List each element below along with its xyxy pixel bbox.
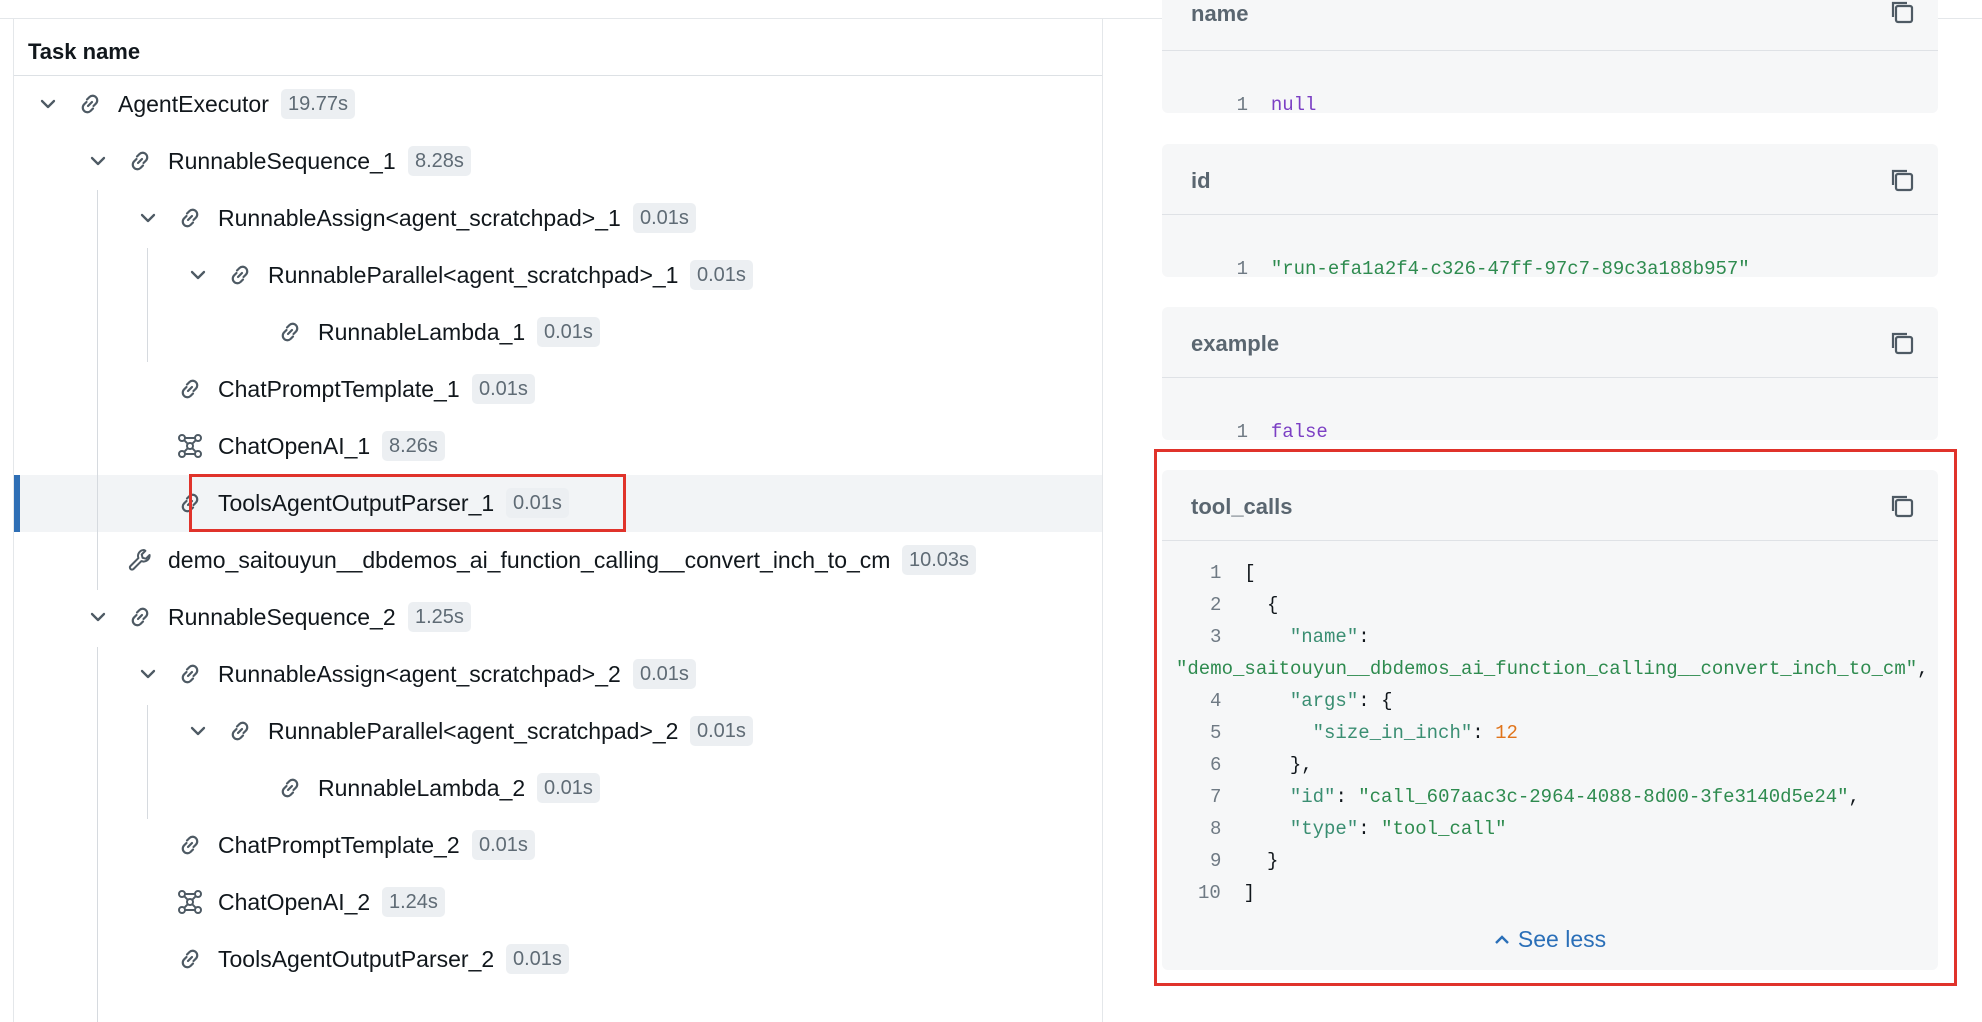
tree-guide-line xyxy=(97,190,98,590)
chevron-down-icon[interactable] xyxy=(138,208,158,228)
duration-badge: 0.01s xyxy=(506,944,569,974)
tree-row[interactable]: RunnableParallel<agent_scratchpad>_2 0.01… xyxy=(14,703,1102,760)
chain-link-icon xyxy=(226,717,254,745)
tree-row-label: RunnableAssign<agent_scratchpad>_2 xyxy=(218,661,621,687)
json-null-value: null xyxy=(1270,94,1317,116)
tree-row[interactable]: AgentExecutor 19.77s xyxy=(14,76,1102,133)
chain-link-icon xyxy=(226,261,254,289)
duration-badge: 0.01s xyxy=(690,260,753,290)
copy-icon[interactable] xyxy=(1888,0,1916,26)
tree-row-label: ToolsAgentOutputParser_2 xyxy=(218,946,495,972)
tree-guide-line xyxy=(97,647,98,1022)
chain-link-icon xyxy=(176,660,204,688)
name-field-card: name 1 null xyxy=(1162,0,1938,116)
copy-icon[interactable] xyxy=(1888,329,1916,357)
duration-badge: 8.26s xyxy=(382,431,445,461)
chain-link-icon xyxy=(276,774,304,802)
tree-row-label: RunnableSequence_2 xyxy=(168,604,396,630)
chevron-down-icon[interactable] xyxy=(38,94,58,114)
chain-link-icon xyxy=(76,90,104,118)
card-header: example xyxy=(1162,307,1938,378)
id-field-card: id 1 "run-efa1a2f4-c326-47ff-97c7-89c3a1… xyxy=(1162,144,1938,280)
tree-row-label: RunnableParallel<agent_scratchpad>_2 xyxy=(268,718,679,744)
chevron-down-icon[interactable] xyxy=(88,607,108,627)
tree-row-label: demo_saitouyun__dbdemos_ai_function_call… xyxy=(168,547,891,573)
tree-row-label: RunnableLambda_1 xyxy=(318,319,526,345)
duration-badge: 1.24s xyxy=(382,887,445,917)
tree-row[interactable]: RunnableAssign<agent_scratchpad>_1 0.01s xyxy=(14,190,1102,247)
chain-link-icon xyxy=(126,147,154,175)
tree-guide-line xyxy=(147,705,148,819)
tree-row[interactable]: RunnableAssign<agent_scratchpad>_2 0.01s xyxy=(14,646,1102,703)
example-field-card: example 1 false xyxy=(1162,307,1938,443)
tool-calls-highlight-box xyxy=(1154,449,1957,986)
duration-badge: 0.01s xyxy=(633,659,696,689)
selected-row-highlight-box xyxy=(189,474,626,532)
tree-row-label: ChatOpenAI_1 xyxy=(218,433,371,459)
chevron-down-icon[interactable] xyxy=(188,265,208,285)
tree-row-label: ChatOpenAI_2 xyxy=(218,889,371,915)
tree-row[interactable]: RunnableLambda_2 0.01s xyxy=(14,760,1102,817)
tree-row[interactable]: RunnableParallel<agent_scratchpad>_1 0.01… xyxy=(14,247,1102,304)
chevron-down-icon[interactable] xyxy=(188,721,208,741)
tree-row-label: ChatPromptTemplate_2 xyxy=(218,832,460,858)
tree-guide-line xyxy=(147,248,148,362)
duration-badge: 0.01s xyxy=(472,830,535,860)
tree-row-label: RunnableLambda_2 xyxy=(318,775,526,801)
tree-row-label: RunnableSequence_1 xyxy=(168,148,396,174)
duration-badge: 0.01s xyxy=(472,374,535,404)
tree-row[interactable]: RunnableSequence_1 8.28s xyxy=(14,133,1102,190)
duration-badge: 0.01s xyxy=(633,203,696,233)
tree-row[interactable]: RunnableSequence_2 1.25s xyxy=(14,589,1102,646)
code-line: 1 null xyxy=(1236,94,1317,116)
duration-badge: 0.01s xyxy=(537,773,600,803)
duration-badge: 1.25s xyxy=(408,602,471,632)
chain-link-icon xyxy=(276,318,304,346)
tree-row[interactable]: ChatPromptTemplate_2 0.01s xyxy=(14,817,1102,874)
json-boolean-value: false xyxy=(1270,421,1328,443)
task-name-column-header: Task name xyxy=(28,39,141,64)
card-title: example xyxy=(1191,331,1280,356)
chain-link-icon xyxy=(176,375,204,403)
tree-row[interactable]: ToolsAgentOutputParser_2 0.01s xyxy=(14,931,1102,988)
duration-badge: 8.28s xyxy=(408,146,471,176)
chain-link-icon xyxy=(176,204,204,232)
tree-row-label: AgentExecutor xyxy=(118,91,269,117)
chevron-down-icon[interactable] xyxy=(88,151,108,171)
tree-row[interactable]: ChatPromptTemplate_1 0.01s xyxy=(14,361,1102,418)
card-header: id xyxy=(1162,144,1938,215)
duration-badge: 0.01s xyxy=(537,317,600,347)
duration-badge: 19.77s xyxy=(281,89,356,119)
duration-badge: 0.01s xyxy=(690,716,753,746)
tree-row-label: RunnableParallel<agent_scratchpad>_1 xyxy=(268,262,679,288)
tree-row[interactable]: ChatOpenAI_2 1.24s xyxy=(14,874,1102,931)
card-header: name xyxy=(1162,0,1938,51)
panel-divider[interactable] xyxy=(1102,18,1103,1022)
tree-row-label: RunnableAssign<agent_scratchpad>_1 xyxy=(218,205,621,231)
tree-row[interactable]: ChatOpenAI_1 8.26s xyxy=(14,418,1102,475)
tree-row[interactable]: RunnableLambda_1 0.01s xyxy=(14,304,1102,361)
duration-badge: 10.03s xyxy=(902,545,977,575)
wrench-tool-icon xyxy=(126,546,154,574)
chain-link-icon xyxy=(176,945,204,973)
tree-header: Task name xyxy=(14,19,1102,76)
chain-link-icon xyxy=(176,831,204,859)
json-string-value: "run-efa1a2f4-c326-47ff-97c7-89c3a188b95… xyxy=(1270,258,1750,280)
code-line: 1 "run-efa1a2f4-c326-47ff-97c7-89c3a188b… xyxy=(1236,258,1750,280)
llm-node-icon xyxy=(176,432,204,460)
copy-icon[interactable] xyxy=(1888,166,1916,194)
card-title: id xyxy=(1191,168,1211,193)
llm-node-icon xyxy=(176,888,204,916)
tree-row-label: ChatPromptTemplate_1 xyxy=(218,376,460,402)
chevron-down-icon[interactable] xyxy=(138,664,158,684)
tree-row[interactable]: demo_saitouyun__dbdemos_ai_function_call… xyxy=(14,532,1102,589)
chain-link-icon xyxy=(126,603,154,631)
card-title: name xyxy=(1191,1,1249,26)
